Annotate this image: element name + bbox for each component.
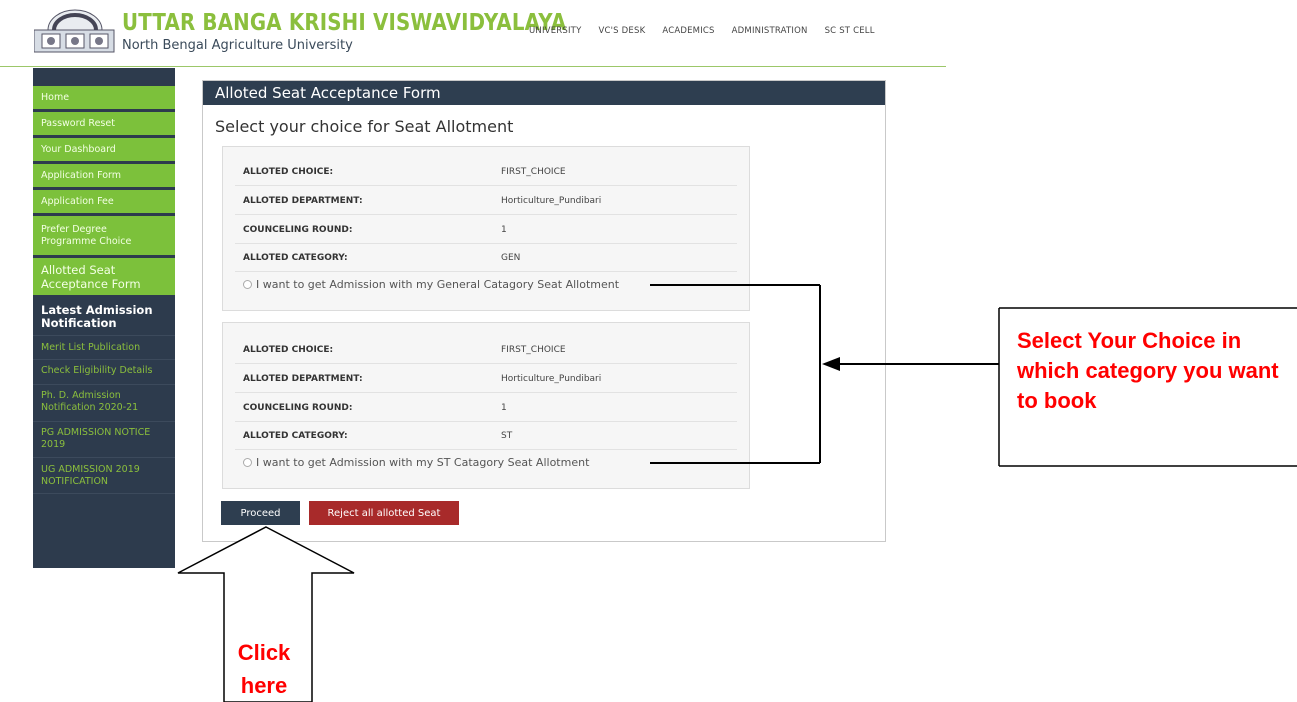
detail-row: ALLOTED CATEGORY: GEN bbox=[235, 243, 737, 272]
general-seat-radio[interactable]: I want to get Admission with my General … bbox=[243, 278, 619, 291]
nav-sc-st-cell[interactable]: SC ST CELL bbox=[825, 26, 875, 36]
sidebar-item-label: Your Dashboard bbox=[41, 143, 116, 155]
detail-label: ALLOTED CHOICE: bbox=[243, 167, 334, 177]
sidebar-divider bbox=[33, 335, 175, 336]
sidebar-divider bbox=[33, 359, 175, 360]
nav-university[interactable]: UNIVERSITY bbox=[529, 26, 581, 36]
detail-label: ALLOTED DEPARTMENT: bbox=[243, 196, 363, 206]
radio-button-icon[interactable] bbox=[243, 280, 252, 289]
detail-label: ALLOTED CATEGORY: bbox=[243, 253, 348, 263]
click-here-text: Click here bbox=[237, 640, 291, 698]
detail-label: COUNCELING ROUND: bbox=[243, 403, 353, 413]
panel-title: Alloted Seat Acceptance Form bbox=[203, 81, 885, 105]
detail-row: ALLOTED DEPARTMENT: Horticulture_Pundiba… bbox=[235, 364, 737, 393]
sidebar-item-seat-acceptance[interactable]: Allotted Seat Acceptance Form bbox=[33, 258, 175, 296]
st-seat-option-label: I want to get Admission with my ST Catag… bbox=[256, 456, 590, 469]
nav-vcs-desk[interactable]: VC'S DESK bbox=[598, 26, 645, 36]
detail-value: 1 bbox=[501, 403, 507, 413]
detail-value: Horticulture_Pundibari bbox=[501, 196, 602, 206]
detail-label: ALLOTED CATEGORY: bbox=[243, 431, 348, 441]
sidebar-link-merit-list[interactable]: Merit List Publication bbox=[41, 342, 171, 354]
sidebar-item-home[interactable]: Home bbox=[33, 86, 175, 110]
sidebar-item-dashboard[interactable]: Your Dashboard bbox=[33, 138, 175, 162]
sidebar-divider bbox=[33, 493, 175, 494]
sidebar-item-label: Application Fee bbox=[41, 195, 114, 207]
sidebar-divider bbox=[33, 457, 175, 458]
sidebar-item-label: Prefer Degree Programme Choice bbox=[41, 223, 132, 247]
detail-row: ALLOTED CHOICE: FIRST_CHOICE bbox=[235, 157, 737, 186]
category-callout: Select Your Choice in which category you… bbox=[999, 308, 1297, 466]
detail-label: ALLOTED DEPARTMENT: bbox=[243, 374, 363, 384]
panel-subtitle: Select your choice for Seat Allotment bbox=[215, 117, 514, 136]
radio-button-icon[interactable] bbox=[243, 458, 252, 467]
st-seat-radio[interactable]: I want to get Admission with my ST Catag… bbox=[243, 456, 589, 469]
detail-row: ALLOTED CATEGORY: ST bbox=[235, 421, 737, 450]
detail-value: FIRST_CHOICE bbox=[501, 167, 566, 177]
proceed-button[interactable]: Proceed bbox=[221, 501, 300, 525]
detail-label: ALLOTED CHOICE: bbox=[243, 345, 334, 355]
detail-value: Horticulture_Pundibari bbox=[501, 374, 602, 384]
nav-academics[interactable]: ACADEMICS bbox=[662, 26, 714, 36]
sidebar-link-pg-notice[interactable]: PG ADMISSION NOTICE 2019 bbox=[41, 427, 169, 451]
sidebar-link-ug-notification[interactable]: UG ADMISSION 2019 NOTIFICATION bbox=[41, 464, 157, 488]
seat-acceptance-panel: Alloted Seat Acceptance Form Select your… bbox=[202, 80, 886, 542]
sidebar-item-label: Allotted Seat Acceptance Form bbox=[41, 262, 141, 291]
sidebar-item-label: Home bbox=[41, 91, 70, 103]
notification-heading: Latest Admission Notification bbox=[41, 303, 153, 330]
sidebar-divider bbox=[33, 421, 175, 422]
sidebar-item-label: Application Form bbox=[41, 169, 122, 181]
sidebar-link-eligibility[interactable]: Check Eligibility Details bbox=[41, 365, 171, 377]
general-seat-option-label: I want to get Admission with my General … bbox=[256, 278, 620, 291]
detail-value: GEN bbox=[501, 253, 521, 263]
allotment-card-st: ALLOTED CHOICE: FIRST_CHOICE ALLOTED DEP… bbox=[222, 322, 750, 489]
detail-value: 1 bbox=[501, 225, 507, 235]
nav-administration[interactable]: ADMINISTRATION bbox=[732, 26, 808, 36]
sidebar-link-phd-notification[interactable]: Ph. D. Admission Notification 2020-21 bbox=[41, 390, 153, 414]
university-logo-icon[interactable] bbox=[34, 8, 116, 54]
university-name: UTTAR BANGA KRISHI VISWAVIDYALAYA bbox=[122, 10, 567, 36]
university-subtitle: North Bengal Agriculture University bbox=[122, 38, 353, 53]
reject-all-seats-button[interactable]: Reject all allotted Seat bbox=[309, 501, 459, 525]
detail-row: COUNCELING ROUND: 1 bbox=[235, 393, 737, 422]
sidebar-item-degree-choice[interactable]: Prefer Degree Programme Choice bbox=[33, 216, 175, 256]
sidebar-item-password-reset[interactable]: Password Reset bbox=[33, 112, 175, 136]
detail-row: COUNCELING ROUND: 1 bbox=[235, 215, 737, 244]
sidebar-item-label: Password Reset bbox=[41, 117, 115, 129]
detail-value: FIRST_CHOICE bbox=[501, 345, 566, 355]
sidebar-divider bbox=[33, 384, 175, 385]
detail-label: COUNCELING ROUND: bbox=[243, 225, 353, 235]
top-navigation: UNIVERSITY VC'S DESK ACADEMICS ADMINISTR… bbox=[529, 26, 875, 36]
detail-value: ST bbox=[501, 431, 513, 441]
detail-row: ALLOTED CHOICE: FIRST_CHOICE bbox=[235, 335, 737, 364]
callout-text: Select Your Choice in which category you… bbox=[1017, 328, 1279, 413]
allotment-card-general: ALLOTED CHOICE: FIRST_CHOICE ALLOTED DEP… bbox=[222, 146, 750, 311]
header-divider bbox=[0, 66, 946, 67]
sidebar: Home Password Reset Your Dashboard Appli… bbox=[33, 68, 175, 568]
detail-row: ALLOTED DEPARTMENT: Horticulture_Pundiba… bbox=[235, 186, 737, 215]
sidebar-item-application-form[interactable]: Application Form bbox=[33, 164, 175, 188]
sidebar-item-application-fee[interactable]: Application Fee bbox=[33, 190, 175, 214]
